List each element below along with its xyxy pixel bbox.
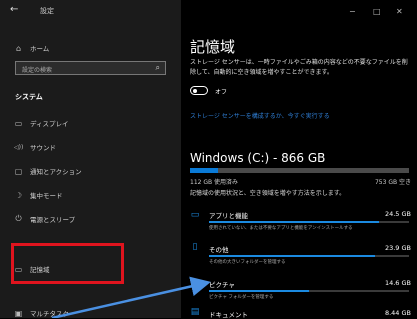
sound-icon: ◁)) xyxy=(14,143,24,151)
sidebar-item-label: サウンド xyxy=(30,144,56,152)
category-name: アプリと機能 xyxy=(209,212,248,220)
maximize-button[interactable]: □ xyxy=(373,7,381,16)
back-arrow-icon[interactable]: ← xyxy=(10,4,18,15)
toggle-label: オフ xyxy=(215,89,228,96)
focus-assist-icon: ☽ xyxy=(14,190,23,200)
sidebar-item-focus-assist[interactable]: ☽ 集中モード xyxy=(14,190,63,201)
settings-sidebar: ← 設定 ⌂ ホーム 設定の検索 ⌕ システム ▭ ディスプレイ ◁)) サウン… xyxy=(0,0,181,318)
sidebar-item-multitasking[interactable]: ▣ マルチタスク xyxy=(14,308,69,319)
category-subtext: 使用されていない、または不要なアプリと機能をアンインストールする xyxy=(209,226,353,231)
search-icon: ⌕ xyxy=(155,63,160,72)
drive-usage-bar xyxy=(190,168,409,173)
search-placeholder: 設定の検索 xyxy=(22,67,53,74)
sidebar-item-label: 集中モード xyxy=(30,192,63,200)
display-icon: ▭ xyxy=(14,118,23,128)
category-bar xyxy=(209,221,409,223)
category-size: 24.5 GB xyxy=(384,210,411,218)
sidebar-item-label: ホーム xyxy=(30,45,50,53)
sidebar-item-label: マルチタスク xyxy=(30,310,69,318)
power-sleep-icon: ⏻ xyxy=(15,214,22,223)
notifications-icon: ▢ xyxy=(14,166,23,176)
category-subtext: その他の大きいフォルダーを管理する xyxy=(209,260,286,265)
apps-icon: ▭ xyxy=(190,210,200,220)
window-title: 設定 xyxy=(40,7,54,15)
toggle-knob xyxy=(193,88,197,93)
sidebar-item-label: 通知とアクション xyxy=(30,168,82,176)
free-space: 753 GB 空き xyxy=(374,179,411,186)
sidebar-item-notifications[interactable]: ▢ 通知とアクション xyxy=(14,166,82,177)
storage-page: − □ ✕ 記憶域 ストレージ センサーは、一時ファイルやごみ箱の内容などの不要… xyxy=(181,0,417,319)
minimize-button[interactable]: − xyxy=(349,7,356,16)
category-bar-fill xyxy=(209,255,375,257)
used-space: 112 GB 使用済み xyxy=(190,179,239,186)
category-bar-fill xyxy=(209,221,379,223)
documents-icon: ▤ xyxy=(190,307,200,317)
usage-hint: 記憶域の使用状況と、空き領域を増やす方法を示します。 xyxy=(190,190,346,197)
category-size: 23.9 GB xyxy=(384,244,411,252)
drive-usage-fill xyxy=(190,168,219,173)
category-bar-fill xyxy=(209,290,309,292)
storage-highlight-box xyxy=(11,243,124,284)
category-name: その他 xyxy=(209,246,229,254)
multitasking-icon: ▣ xyxy=(14,308,23,318)
sidebar-item-label: 電源とスリープ xyxy=(30,216,76,224)
storage-sense-description: ストレージ センサーは、一時ファイルやごみ箱の内容などの不要なファイルを削除して… xyxy=(190,59,408,76)
pictures-icon: ▨ xyxy=(190,278,200,288)
sidebar-item-home[interactable]: ⌂ ホーム xyxy=(14,43,50,54)
search-input[interactable]: 設定の検索 ⌕ xyxy=(15,61,166,75)
section-title: システム xyxy=(15,93,43,101)
storage-sense-link[interactable]: ストレージ センサーを構成するか、今すぐ実行する xyxy=(190,111,330,120)
sidebar-item-sound[interactable]: ◁)) サウンド xyxy=(14,142,56,153)
sidebar-item-display[interactable]: ▭ ディスプレイ xyxy=(14,118,69,129)
sidebar-item-power-sleep[interactable]: ⏻ 電源とスリープ xyxy=(14,214,75,224)
other-icon: ▯ xyxy=(192,242,198,252)
page-title: 記憶域 xyxy=(190,38,236,56)
category-size: 8.44 GB xyxy=(384,309,411,317)
category-bar xyxy=(209,290,409,292)
drive-title: Windows (C:) - 866 GB xyxy=(190,151,326,165)
home-icon: ⌂ xyxy=(15,43,22,53)
category-bar xyxy=(209,255,409,257)
category-subtext: ピクチャ フォルダーを管理する xyxy=(209,295,274,300)
sidebar-item-label: ディスプレイ xyxy=(30,120,69,128)
storage-sense-toggle[interactable] xyxy=(190,86,208,95)
close-button[interactable]: ✕ xyxy=(396,7,403,16)
category-size: 14.6 GB xyxy=(384,279,411,287)
category-name: ピクチャ xyxy=(209,281,235,289)
